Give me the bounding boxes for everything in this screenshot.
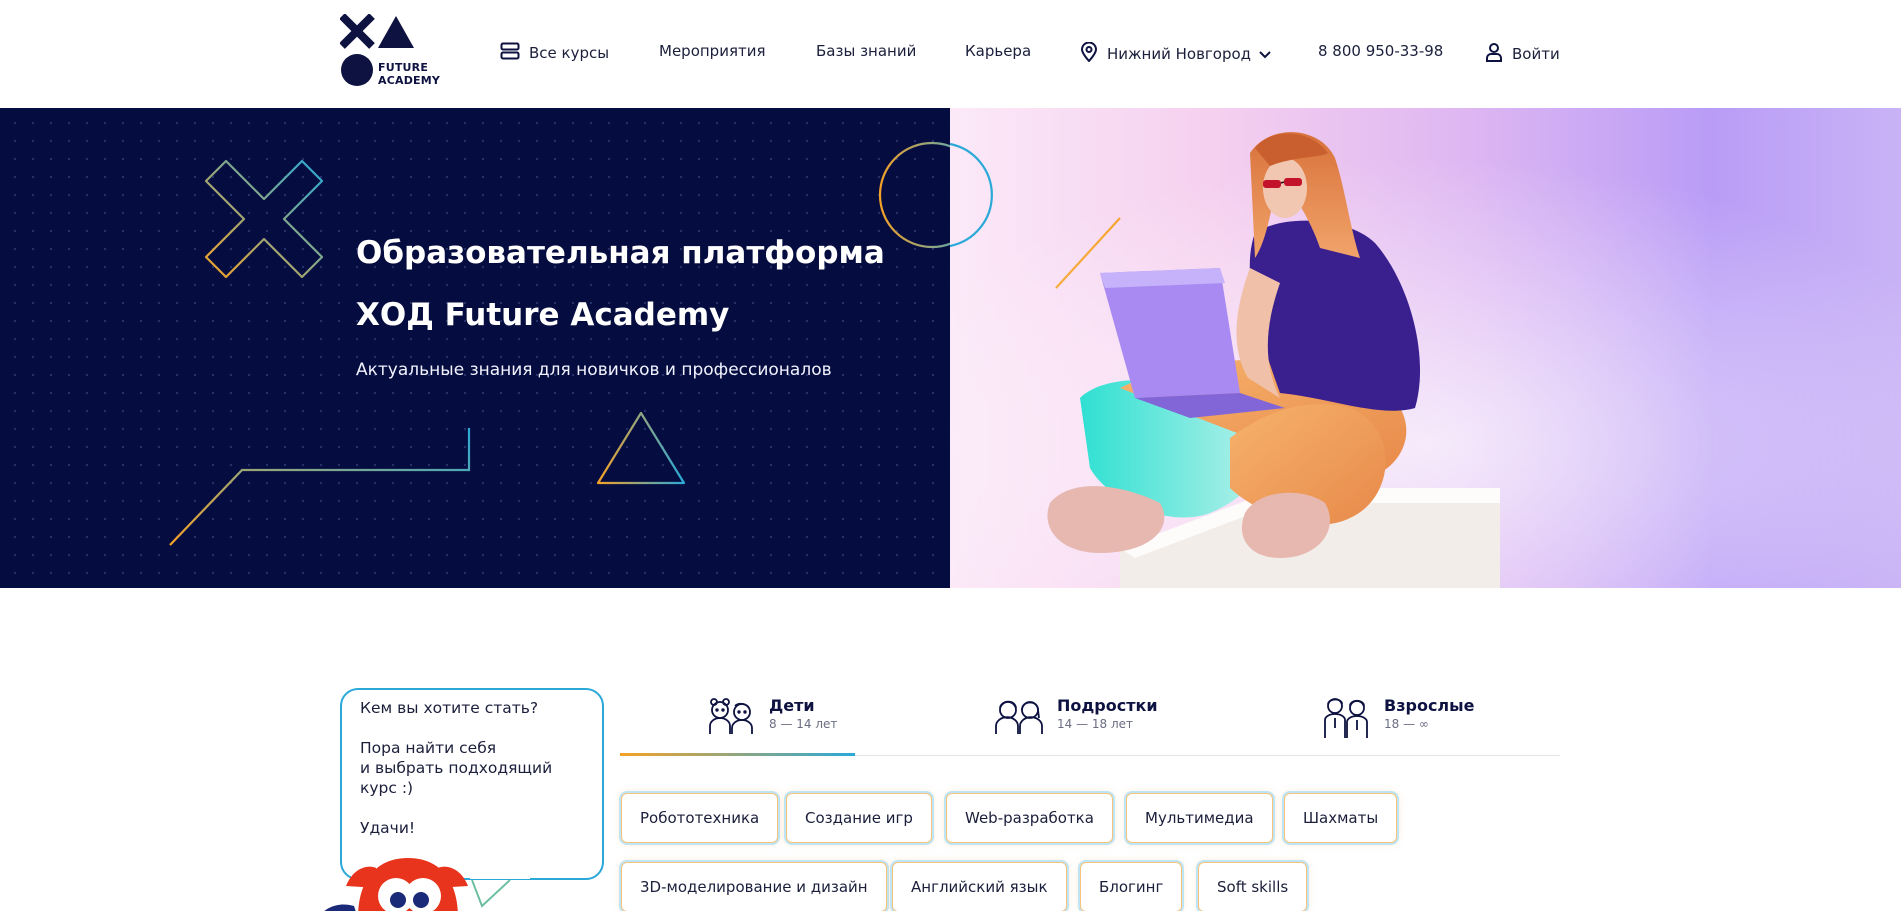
course-chip[interactable]: Создание игр [786,793,932,843]
tab-adults-age: 18 — ∞ [1384,717,1429,731]
age-tabs: Дети 8 — 14 лет Подростки 14 — 18 лет Вз… [620,688,1560,756]
course-chip-label: Блогинг [1099,878,1164,896]
login-link[interactable]: Войти [1485,42,1560,66]
course-chip-label: 3D-моделирование и дизайн [640,878,868,896]
courses-stack-icon [500,42,520,64]
bubble-line2: Пора найти себя [360,739,497,757]
course-chip[interactable]: Мультимедиа [1126,793,1273,843]
course-chip[interactable]: 3D-моделирование и дизайн [621,862,887,911]
course-chip-label: Мультимедиа [1145,809,1254,827]
course-chip[interactable]: Soft skills [1198,862,1308,911]
course-chip[interactable]: Шахматы [1284,793,1398,843]
hero-subtitle: Актуальные знания для новичков и професс… [356,360,832,380]
logo[interactable]: FUTURE ACADEMY [340,14,450,90]
chevron-down-icon [1259,45,1271,63]
nav-career-label: Карьера [965,42,1032,60]
hero-decoration-shapes [169,141,950,546]
nav-career[interactable]: Карьера [965,42,1031,60]
course-chip[interactable]: Web-разработка [946,793,1113,843]
nav-all-courses[interactable]: Все курсы [500,42,609,64]
nav-events[interactable]: Мероприятия [659,42,765,60]
owl-mascot-icon [324,858,468,911]
bubble-tail-icon [470,876,530,908]
course-chip-label: Английский язык [911,878,1048,896]
phone-link[interactable]: 8 800 950-33-98 [1318,42,1443,60]
location-pin-icon [1080,41,1098,66]
nav-knowledge-label: Базы знаний [816,42,917,60]
student-with-laptop-image [950,108,1901,588]
outline-circle-shape [878,141,950,249]
login-label: Войти [1512,45,1560,63]
hero-title-line1: Образовательная платформа [356,235,885,271]
active-tab-indicator [620,753,855,756]
user-icon [1485,42,1503,66]
bubble-line4: курс :) [360,779,414,797]
bubble-text: Пора найти себя и выбрать подходящий кур… [360,738,584,798]
tab-teens-age: 14 — 18 лет [1057,717,1134,731]
bubble-question: Кем вы хотите стать? [360,699,539,717]
tab-teens[interactable]: Подростки 14 — 18 лет [993,696,1158,736]
tab-kids-age: 8 — 14 лет [769,717,838,731]
kids-icon [709,698,753,734]
course-chip-label: Создание игр [805,809,913,827]
outline-line-shape [169,428,471,546]
tab-kids[interactable]: Дети 8 — 14 лет [705,696,837,736]
course-chip[interactable]: Робототехника [621,793,779,843]
phone-number: 8 800 950-33-98 [1318,42,1444,60]
tab-adults-label: Взрослые [1384,696,1475,715]
hero-title: Образовательная платформа ХОД Future Aca… [356,222,885,346]
course-chip[interactable]: Английский язык [892,862,1067,911]
adults-icon [1324,698,1368,738]
nav-events-label: Мероприятия [659,42,766,60]
logo-text-line2: ACADEMY [378,74,441,87]
nav-all-courses-label: Все курсы [529,44,610,62]
hero-title-line2: ХОД Future Academy [356,297,730,333]
outline-triangle-shape [596,411,686,485]
course-chip[interactable]: Блогинг [1080,862,1183,911]
course-chip-label: Web-разработка [965,809,1094,827]
hero-photo [950,108,1901,588]
outline-x-shape [204,159,324,279]
logo-text-line1: FUTURE [378,61,429,74]
city-selector[interactable]: Нижний Новгород [1080,41,1271,66]
course-chip-label: Soft skills [1217,878,1289,896]
teens-icon [995,700,1043,734]
course-chip-label: Шахматы [1303,809,1379,827]
tab-teens-label: Подростки [1057,696,1158,715]
speech-bubble: Кем вы хотите стать? Пора найти себя и в… [340,688,604,880]
tab-kids-label: Дети [769,696,815,715]
hero-banner: Образовательная платформа ХОД Future Aca… [0,108,950,588]
city-selector-label: Нижний Новгород [1107,45,1252,63]
site-header: FUTURE ACADEMY Все курсы Мероприятия Баз… [0,0,1901,108]
course-chip-label: Робототехника [640,809,760,827]
nav-knowledge[interactable]: Базы знаний [816,42,916,60]
bubble-farewell: Удачи! [360,819,416,837]
bubble-line3: и выбрать подходящий [360,759,553,777]
tab-adults[interactable]: Взрослые 18 — ∞ [1320,696,1474,740]
logo-text: FUTURE ACADEMY [378,61,440,87]
